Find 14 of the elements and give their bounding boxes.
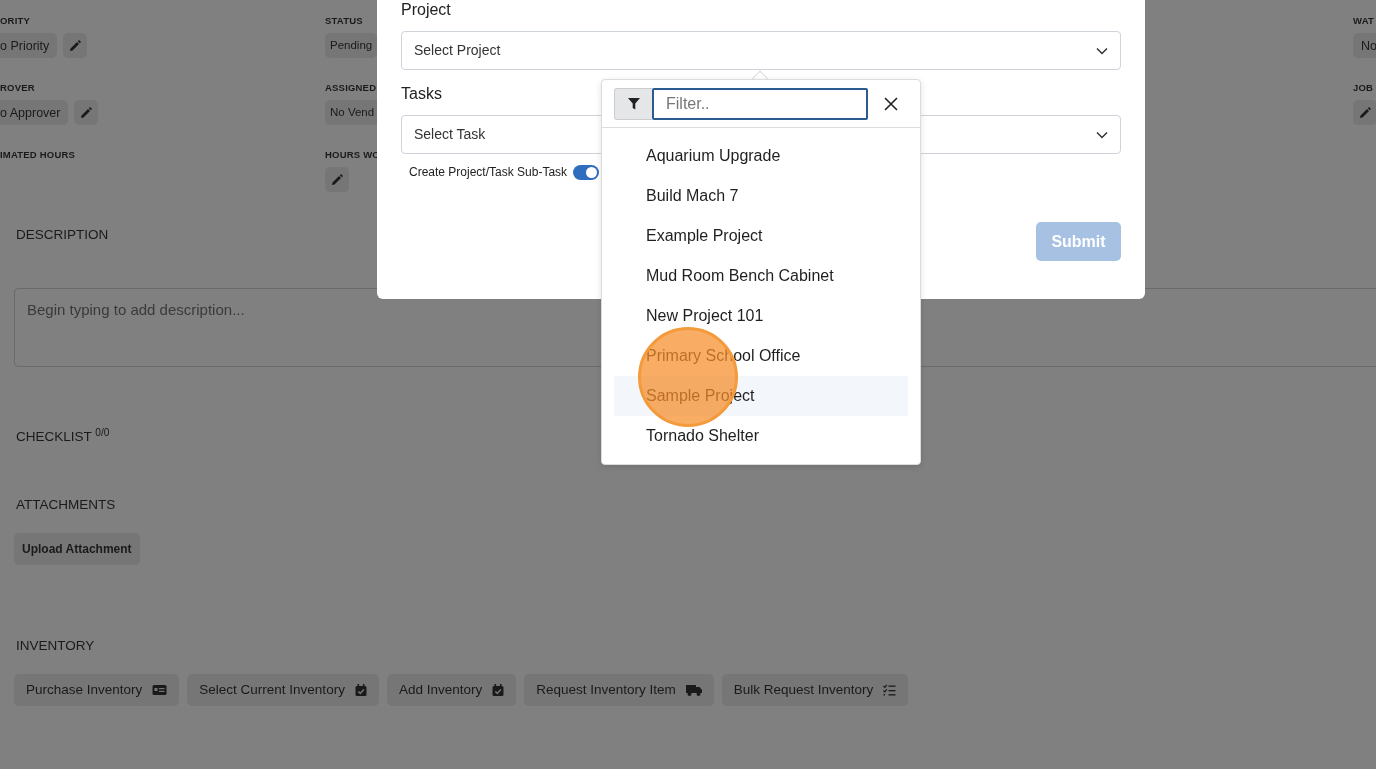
section-heading: INVENTORY	[16, 636, 95, 655]
field-label: JOB	[1353, 82, 1374, 95]
section-heading: DESCRIPTION	[16, 226, 109, 244]
field-label: ASSIGNED	[325, 82, 377, 95]
field-label: IMATED HOURS	[0, 149, 76, 162]
field-label: ROVER	[0, 82, 35, 95]
field-label: STATUS	[325, 15, 363, 28]
field-label: Project	[401, 0, 451, 20]
toggle-label: Create Project/Task Sub-Task	[409, 164, 568, 181]
field-label: ORITY	[0, 15, 31, 28]
field-label: WAT	[1353, 15, 1374, 28]
field-label: Tasks	[401, 84, 442, 104]
section-heading: ATTACHMENTS	[16, 495, 116, 514]
section-heading: CHECKLIST $^{0/0}$	[16, 427, 110, 447]
